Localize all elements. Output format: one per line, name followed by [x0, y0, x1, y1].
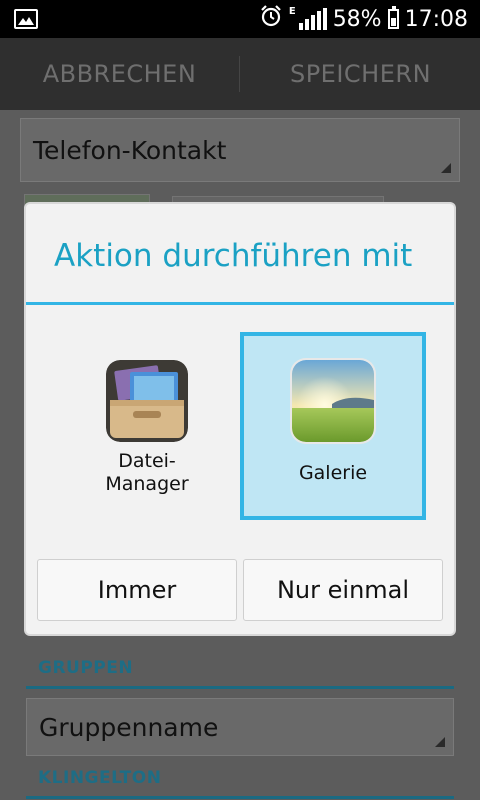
save-button[interactable]: SPEICHERN — [241, 38, 480, 110]
file-manager-icon — [106, 360, 188, 442]
network-type: E — [288, 5, 296, 17]
gallery-icon — [292, 360, 374, 442]
ringtone-header: KLINGELTON — [38, 768, 162, 788]
app-label-line-2: Manager — [105, 473, 189, 495]
dropdown-arrow-icon — [435, 737, 445, 747]
battery-percent: 58% — [332, 6, 382, 32]
battery-icon — [387, 6, 399, 29]
app-label-file-manager: Datei- Manager — [54, 450, 240, 496]
status-bar: E 58% 17:08 — [0, 0, 480, 38]
app-option-file-manager[interactable]: Datei- Manager — [54, 332, 240, 520]
alarm-icon — [259, 4, 283, 34]
group-name-spinner[interactable]: Gruppenname — [26, 698, 454, 756]
signal-icon — [298, 8, 327, 30]
battery-fill — [390, 17, 396, 26]
cancel-button[interactable]: ABBRECHEN — [0, 38, 239, 110]
dialog-title-divider — [26, 302, 454, 305]
group-name-placeholder: Gruppenname — [39, 712, 219, 742]
action-bar-divider — [239, 56, 240, 92]
groups-header: GRUPPEN — [38, 658, 134, 678]
account-type-value: Telefon-Kontakt — [33, 135, 227, 165]
just-once-button[interactable]: Nur einmal — [243, 559, 443, 621]
chooser-dialog: Aktion durchführen mit Datei- Manager Ga… — [26, 204, 454, 634]
always-button[interactable]: Immer — [37, 559, 237, 621]
action-bar: ABBRECHEN SPEICHERN — [0, 38, 480, 110]
account-type-spinner[interactable]: Telefon-Kontakt — [20, 118, 460, 182]
ringtone-divider — [26, 796, 454, 799]
dropdown-arrow-icon — [441, 163, 451, 173]
dialog-title: Aktion durchführen mit — [54, 238, 413, 274]
groups-divider — [26, 686, 454, 689]
app-option-gallery[interactable]: Galerie — [240, 332, 426, 520]
app-label-gallery: Galerie — [298, 462, 368, 484]
app-label-line-1: Datei- — [118, 450, 176, 472]
image-notification-icon — [14, 9, 38, 29]
clock: 17:08 — [404, 6, 468, 32]
